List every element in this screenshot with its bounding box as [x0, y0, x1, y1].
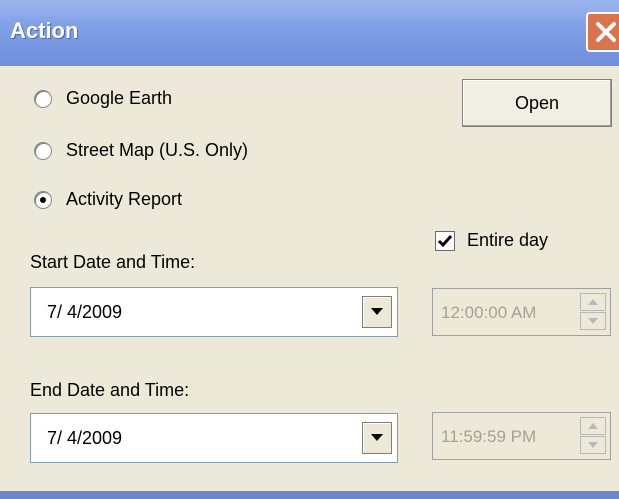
start-time-spin-down — [580, 312, 606, 330]
window-title: Action — [10, 18, 79, 43]
entire-day-checkbox[interactable] — [435, 230, 455, 251]
radio-google-earth[interactable]: Google Earth — [34, 88, 172, 109]
radio-activity-report[interactable]: Activity Report — [34, 189, 182, 210]
title-bar[interactable]: Action — [0, 0, 619, 66]
triangle-down-icon — [588, 318, 598, 324]
end-date-value: 7/ 4/2009 — [47, 428, 123, 448]
radio-google-earth-circle[interactable] — [34, 89, 52, 108]
radio-activity-report-circle[interactable] — [34, 190, 52, 209]
start-time-spin-up — [580, 293, 606, 311]
chevron-down-icon — [371, 434, 383, 441]
start-time-field: 12:00:00 AM — [432, 288, 611, 336]
end-date-combobox[interactable]: 7/ 4/2009 — [30, 413, 398, 463]
end-time-field: 11:59:59 PM — [432, 412, 611, 460]
entire-day-label: Entire day — [467, 230, 549, 250]
checkmark-icon — [437, 234, 453, 247]
start-time-value: 12:00:00 AM — [441, 303, 537, 322]
start-date-dropdown-button[interactable] — [362, 296, 392, 328]
triangle-up-icon — [588, 423, 598, 429]
start-date-combobox[interactable]: 7/ 4/2009 — [30, 287, 398, 337]
action-dialog: Action Google Earth Street Map (U.S. Onl… — [0, 0, 619, 499]
start-date-label: Start Date and Time: — [30, 252, 196, 272]
triangle-up-icon — [588, 299, 598, 305]
end-date-dropdown-button[interactable] — [362, 422, 392, 454]
end-time-value: 11:59:59 PM — [441, 427, 537, 446]
radio-street-map[interactable]: Street Map (U.S. Only) — [34, 140, 248, 161]
close-icon — [596, 22, 616, 42]
chevron-down-icon — [371, 308, 383, 315]
open-button[interactable]: Open — [462, 79, 612, 127]
start-date-value: 7/ 4/2009 — [47, 302, 123, 322]
close-button[interactable] — [586, 12, 619, 52]
end-date-label: End Date and Time: — [30, 380, 190, 400]
end-time-spin-down — [580, 436, 606, 454]
window-bottom-border — [0, 491, 619, 499]
radio-street-map-circle[interactable] — [34, 141, 52, 160]
triangle-down-icon — [588, 442, 598, 448]
radio-google-earth-label: Google Earth — [66, 88, 173, 108]
end-time-spin-up — [580, 417, 606, 435]
entire-day-checkbox-row[interactable]: Entire day — [435, 230, 548, 251]
radio-street-map-label: Street Map (U.S. Only) — [66, 140, 249, 160]
radio-activity-report-label: Activity Report — [66, 189, 183, 209]
